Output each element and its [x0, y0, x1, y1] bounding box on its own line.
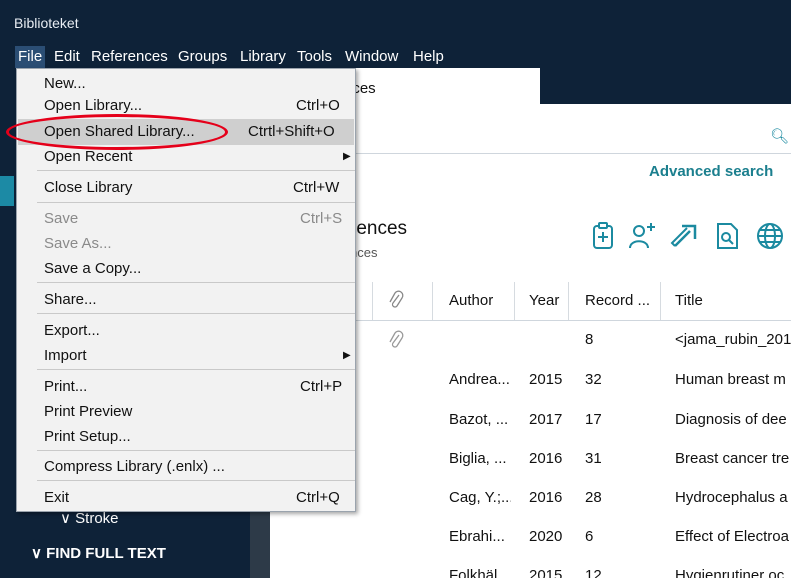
menu-references[interactable]: References [88, 46, 171, 68]
title-bar [0, 0, 791, 44]
shortcut-open-library: Ctrl+O [296, 97, 340, 114]
cell-year: 2015 [529, 371, 563, 388]
menu-groups[interactable]: Groups [175, 46, 230, 68]
cell-year: 2020 [529, 528, 563, 545]
menu-item-save-a-copy[interactable]: Save a Copy... [44, 260, 141, 277]
cell-author: Cag, Y.;... [449, 489, 511, 506]
menu-separator [37, 170, 355, 171]
cell-record: 17 [585, 411, 602, 428]
share-arrow-icon[interactable] [670, 221, 700, 251]
menu-bar: File Edit References Groups Library Tool… [0, 44, 791, 68]
shortcut-open-shared-library: Ctrtl+Shift+O [248, 123, 335, 140]
cell-title: Hydrocephalus a [675, 489, 788, 506]
menu-item-compress-library[interactable]: Compress Library (.enlx) ... [44, 458, 225, 475]
menu-separator [37, 450, 355, 451]
app-title: Biblioteket [14, 15, 79, 31]
find-pdf-icon[interactable] [712, 221, 742, 251]
menu-item-exit[interactable]: Exit [44, 489, 69, 506]
cell-author: Folkhäl... [449, 567, 510, 578]
menu-item-import[interactable]: Import [44, 347, 87, 364]
cell-author: Biglia, ... [449, 450, 507, 467]
menu-item-print-setup[interactable]: Print Setup... [44, 428, 131, 445]
menu-item-save[interactable]: Save [44, 210, 78, 227]
menu-edit[interactable]: Edit [51, 46, 83, 68]
attachment-icon [389, 330, 404, 348]
cell-title: Diagnosis of dee [675, 411, 787, 428]
menu-file[interactable]: File [15, 46, 46, 68]
cell-record: 12 [585, 567, 602, 578]
cell-title: Effect of Electroa [675, 528, 789, 545]
search-icon[interactable]: 🔍︎ [770, 127, 789, 145]
cell-author: Bazot, ... [449, 411, 509, 428]
menu-window[interactable]: Window [342, 46, 401, 68]
table-row[interactable]: Folkhäl... 2015 12 Hygienrutiner oc [270, 564, 791, 578]
menu-separator [37, 480, 355, 481]
menu-separator [37, 202, 355, 203]
submenu-arrow-icon: ▶ [343, 350, 351, 361]
sidebar-selection-accent [0, 176, 14, 206]
cell-author: Andrea... [449, 371, 510, 388]
menu-item-open-recent[interactable]: Open Recent [44, 148, 132, 165]
menu-separator [37, 369, 355, 370]
column-divider[interactable] [432, 282, 433, 320]
menu-help[interactable]: Help [410, 46, 447, 68]
menu-separator [37, 313, 355, 314]
shortcut-print: Ctrl+P [300, 378, 343, 395]
menu-item-export[interactable]: Export... [44, 322, 100, 339]
add-person-icon[interactable] [627, 221, 657, 251]
cell-title: <jama_rubin_201 [675, 331, 791, 348]
submenu-arrow-icon: ▶ [343, 151, 351, 162]
cell-title: Breast cancer tre [675, 450, 790, 467]
cell-record: 6 [585, 528, 594, 545]
menu-item-share[interactable]: Share... [44, 291, 97, 308]
insert-citation-icon[interactable] [588, 221, 618, 251]
cell-author: Ebrahi... [449, 528, 505, 545]
column-divider[interactable] [660, 282, 661, 320]
cell-title: Hygienrutiner oc [675, 567, 785, 578]
menu-item-new[interactable]: New... [44, 75, 86, 92]
shortcut-save: Ctrl+S [300, 210, 343, 227]
menu-separator [37, 282, 355, 283]
column-divider[interactable] [514, 282, 515, 320]
attachment-column-icon[interactable] [388, 290, 404, 310]
column-header-author[interactable]: Author [449, 292, 493, 309]
menu-library[interactable]: Library [237, 46, 289, 68]
column-header-year[interactable]: Year [529, 292, 559, 309]
menu-item-open-library[interactable]: Open Library... [44, 97, 142, 114]
cell-year: 2017 [529, 411, 563, 428]
cell-record: 31 [585, 450, 602, 467]
cell-record: 32 [585, 371, 602, 388]
menu-tools[interactable]: Tools [294, 46, 335, 68]
cell-year: 2015 [529, 567, 563, 578]
menu-item-close-library[interactable]: Close Library [44, 179, 132, 196]
shortcut-close-library: Ctrl+W [293, 179, 340, 196]
annotation-highlight-oval [6, 114, 228, 150]
column-header-title[interactable]: Title [675, 292, 703, 309]
menu-item-save-as[interactable]: Save As... [44, 235, 112, 252]
cell-record: 28 [585, 489, 602, 506]
advanced-search-link[interactable]: Advanced search [649, 163, 773, 180]
cell-record: 8 [585, 331, 594, 348]
library-title: rences [350, 218, 408, 239]
column-header-record[interactable]: Record ... [585, 292, 650, 309]
shortcut-exit: Ctrl+Q [296, 489, 340, 506]
column-divider[interactable] [568, 282, 569, 320]
sidebar-find-full-text[interactable]: ∨ FIND FULL TEXT [31, 544, 166, 562]
column-divider[interactable] [372, 282, 373, 320]
menu-item-print-preview[interactable]: Print Preview [44, 403, 132, 420]
menu-item-print[interactable]: Print... [44, 378, 87, 395]
cell-title: Human breast m [675, 371, 786, 388]
cell-year: 2016 [529, 489, 563, 506]
cell-year: 2016 [529, 450, 563, 467]
online-search-globe-icon[interactable] [755, 221, 785, 251]
